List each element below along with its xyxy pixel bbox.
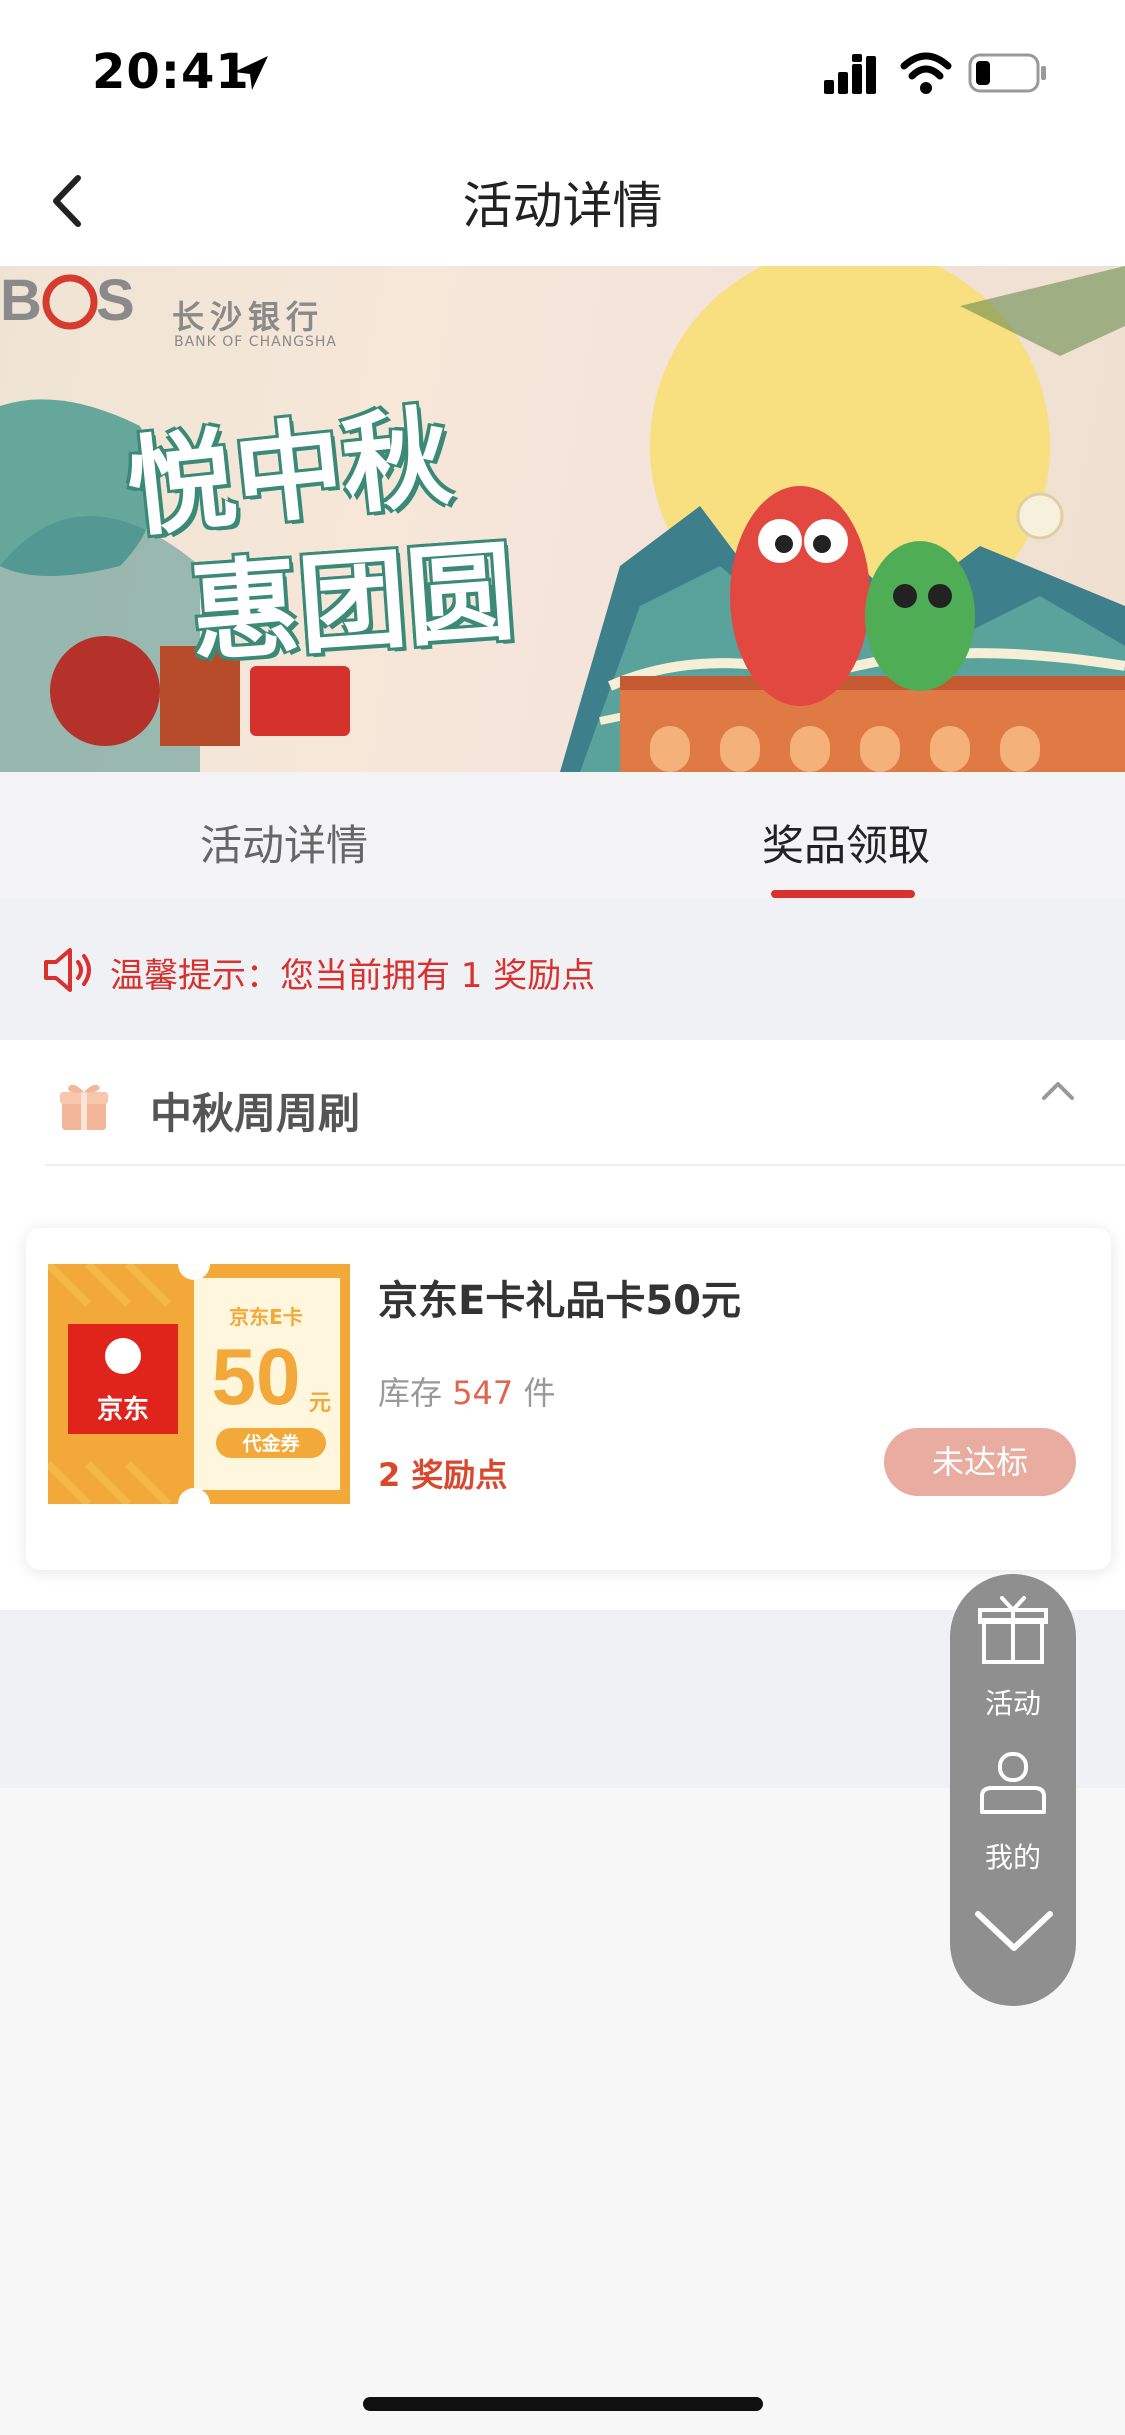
required-points: 2 奖励点	[378, 1456, 508, 1494]
tab-bar: 活动详情 奖品领取	[0, 772, 1125, 898]
battery-icon	[968, 53, 1046, 93]
user-icon[interactable]	[978, 1750, 1048, 1816]
tab-activity-details[interactable]: 活动详情	[200, 812, 368, 873]
wifi-icon	[900, 52, 952, 94]
signal-icon	[824, 54, 876, 94]
stock-info: 库存 547 件	[378, 1368, 555, 1414]
not-qualified-button[interactable]: 未达标	[884, 1428, 1076, 1496]
stock-unit: 件	[523, 1374, 556, 1412]
stock-prefix: 库存	[378, 1374, 443, 1412]
svg-text:代金券: 代金券	[241, 1432, 300, 1455]
divider	[46, 1164, 1125, 1166]
product-card[interactable]: 京东 京东E卡 50 元 代金券 京东E卡礼品卡50元 库存 547 件 2 奖…	[26, 1228, 1111, 1570]
activity-gift-icon[interactable]	[978, 1596, 1048, 1666]
active-tab-indicator	[771, 890, 915, 898]
svg-text:S: S	[96, 268, 135, 333]
gift-icon	[60, 1084, 108, 1130]
nav-bar: 活动详情	[0, 140, 1125, 266]
svg-text:B: B	[0, 268, 42, 333]
product-name: 京东E卡礼品卡50元	[378, 1278, 741, 1324]
prize-section: 中秋周周刷 京东 京东E卡 50 元 代金券 京东E卡礼品卡50元 库存 547…	[0, 1040, 1125, 1610]
location-arrow-icon	[234, 56, 268, 90]
float-menu-activity[interactable]: 活动	[950, 1682, 1076, 1722]
tip-text: 温馨提示：您当前拥有 1 奖励点	[110, 956, 596, 996]
svg-text:京东: 京东	[97, 1394, 149, 1425]
home-indicator[interactable]	[363, 2397, 763, 2411]
banner-headline-2: 惠团圆	[186, 528, 519, 678]
chevron-down-icon[interactable]	[972, 1904, 1056, 1960]
svg-text:50: 50	[212, 1332, 301, 1421]
tip-bar: 温馨提示：您当前拥有 1 奖励点	[0, 898, 1125, 1040]
svg-text:元: 元	[309, 1391, 331, 1416]
float-menu-mine[interactable]: 我的	[950, 1836, 1076, 1876]
chevron-up-icon[interactable]	[1038, 1076, 1078, 1106]
page-title: 活动详情	[462, 177, 663, 235]
speaker-icon	[44, 948, 91, 992]
jd-ecard-coupon-image: 京东 京东E卡 50 元 代金券	[48, 1264, 350, 1504]
promo-banner[interactable]: B S 长沙银行 BANK OF CHANGSHA 悦中秋 惠团圆	[0, 266, 1125, 772]
bank-name: 长沙银行	[172, 298, 325, 336]
stock-count: 547	[452, 1374, 514, 1412]
status-bar: 20:41	[0, 0, 1125, 140]
svg-text:京东E卡: 京东E卡	[229, 1305, 303, 1329]
tab-prize-claim[interactable]: 奖品领取	[762, 812, 930, 873]
bank-name-en: BANK OF CHANGSHA	[174, 334, 337, 350]
section-title: 中秋周周刷	[150, 1089, 361, 1138]
status-time: 20:41	[92, 44, 250, 100]
floating-menu: 活动 我的	[950, 1574, 1076, 2006]
